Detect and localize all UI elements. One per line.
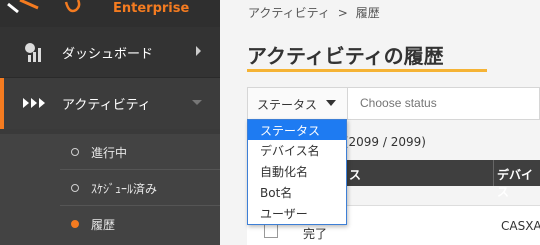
sidebar-item-dashboard[interactable]: ダッシュボード: [0, 27, 220, 78]
breadcrumb-separator: >: [337, 6, 348, 20]
sidebar-subitem-history[interactable]: 履歴: [0, 206, 220, 245]
sidebar-item-activity[interactable]: アクティビティ: [0, 78, 220, 129]
title-underline: [247, 69, 487, 72]
filter-field-value: ステータス: [257, 98, 318, 112]
filter-field-select[interactable]: ステータス: [248, 88, 348, 119]
sidebar-subitem-label: ｽｹｼﾞｭｰﾙ済み: [91, 182, 158, 196]
dropdown-option-automation-name[interactable]: 自動化名: [248, 161, 346, 181]
row-device: CASXAI: [501, 219, 540, 233]
sidebar-item-label: ダッシュボード: [62, 47, 154, 62]
sidebar: Enterprise ダッシュボード アクティビティ 進行中 ｽｹｼﾞｭｰﾙ済み…: [0, 0, 220, 245]
row-status: 完了: [303, 227, 328, 241]
active-dot-icon: [71, 220, 79, 228]
brand-name: Enterprise: [113, 1, 190, 16]
chevron-down-icon: [192, 100, 202, 105]
dropdown-option-user[interactable]: ユーザー: [248, 203, 346, 223]
result-count-value: (2099 / 2099): [343, 135, 426, 149]
dropdown-option-bot-name[interactable]: Bot名: [248, 182, 346, 202]
filter-field-dropdown: ステータス デバイス名 自動化名 Bot名 ユーザー: [247, 119, 347, 225]
status-search-input[interactable]: [360, 96, 530, 110]
dropdown-option-status[interactable]: ステータス: [248, 120, 346, 140]
caret-down-icon: [326, 100, 336, 106]
chevron-right-icon: [196, 46, 201, 56]
column-header-device[interactable]: デバイス: [497, 166, 540, 200]
activity-icon: [23, 98, 45, 108]
status-filter-bar: ステータス: [247, 87, 540, 120]
dashboard-icon: [25, 43, 41, 62]
column-divider: [493, 160, 494, 186]
breadcrumb: アクティビティ > 履歴: [248, 4, 380, 21]
option-label: デバイス名: [260, 144, 320, 158]
radio-dot-icon: [71, 184, 79, 192]
page-title: アクティビティの履歴: [247, 44, 444, 68]
breadcrumb-root[interactable]: アクティビティ: [248, 6, 330, 20]
sidebar-item-label: アクティビティ: [62, 98, 151, 113]
option-label: ユーザー: [260, 207, 308, 221]
sidebar-subitem-label: 進行中: [91, 146, 128, 160]
column-header-status[interactable]: ス: [349, 166, 361, 183]
sidebar-subitem-scheduled[interactable]: ｽｹｼﾞｭｰﾙ済み: [0, 170, 220, 206]
breadcrumb-current: 履歴: [355, 6, 380, 20]
active-accent-bar: [0, 78, 4, 129]
option-label: 自動化名: [260, 165, 309, 179]
sidebar-subitem-label: 履歴: [91, 218, 116, 232]
option-label: Bot名: [260, 186, 293, 200]
radio-dot-icon: [71, 148, 79, 156]
row-checkbox[interactable]: [264, 224, 278, 238]
option-label: ステータス: [260, 124, 321, 138]
brand-bar: Enterprise: [0, 0, 220, 27]
dropdown-option-device-name[interactable]: デバイス名: [248, 140, 346, 160]
brand-logo-icon: [7, 0, 81, 14]
sidebar-subitem-in-progress[interactable]: 進行中: [0, 134, 220, 170]
